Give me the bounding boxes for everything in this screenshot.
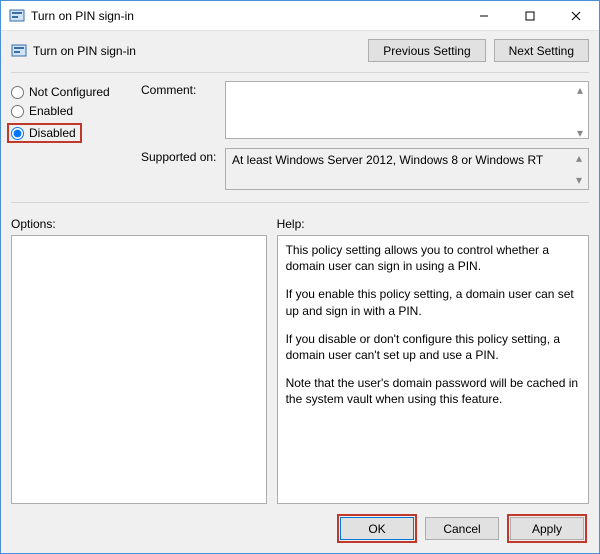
header-row: Turn on PIN sign-in Previous Setting Nex… — [1, 31, 599, 72]
radio-disabled-label: Disabled — [29, 126, 76, 140]
policy-header-icon — [11, 43, 27, 59]
state-radio-group: Not Configured Enabled Disabled — [11, 81, 141, 196]
previous-setting-button[interactable]: Previous Setting — [368, 39, 485, 62]
ok-button[interactable]: OK — [340, 517, 414, 540]
comment-label: Comment: — [141, 81, 225, 142]
footer-buttons: OK Cancel Apply — [1, 504, 599, 553]
separator-2 — [11, 202, 589, 203]
scroll-down-icon: ▾ — [576, 173, 582, 187]
help-paragraph: If you enable this policy setting, a dom… — [286, 286, 580, 318]
comment-textarea[interactable] — [225, 81, 589, 139]
radio-not-configured-input[interactable] — [11, 86, 24, 99]
config-area: Not Configured Enabled Disabled Comment: — [1, 81, 599, 196]
titlebar[interactable]: Turn on PIN sign-in — [1, 1, 599, 31]
radio-disabled-input[interactable] — [11, 127, 24, 140]
radio-disabled[interactable]: Disabled — [11, 126, 76, 140]
maximize-button[interactable] — [507, 1, 553, 31]
radio-enabled[interactable]: Enabled — [11, 104, 141, 118]
comment-row: Comment: ▴ ▾ — [141, 81, 589, 142]
supported-text: At least Windows Server 2012, Windows 8 … — [225, 148, 589, 190]
radio-not-configured[interactable]: Not Configured — [11, 85, 141, 99]
fields-area: Comment: ▴ ▾ Supported on: At least Wind… — [141, 81, 589, 196]
policy-name: Turn on PIN sign-in — [33, 44, 360, 58]
close-icon — [571, 11, 581, 21]
policy-icon — [9, 8, 25, 24]
lower-area: Options: Help: This policy setting allow… — [1, 211, 599, 504]
options-box[interactable] — [11, 235, 267, 504]
supported-scroll-hints: ▴ ▾ — [572, 149, 586, 189]
maximize-icon — [525, 11, 535, 21]
help-column: Help: This policy setting allows you to … — [277, 217, 589, 504]
content-area: Turn on PIN sign-in Previous Setting Nex… — [1, 31, 599, 553]
policy-dialog: Turn on PIN sign-in Turn on PIN sign-in … — [0, 0, 600, 554]
close-button[interactable] — [553, 1, 599, 31]
radio-enabled-label: Enabled — [29, 104, 73, 118]
supported-row: Supported on: At least Windows Server 20… — [141, 148, 589, 190]
options-column: Options: — [11, 217, 267, 504]
help-paragraph: This policy setting allows you to contro… — [286, 242, 580, 274]
separator — [11, 72, 589, 73]
cancel-button[interactable]: Cancel — [425, 517, 499, 540]
apply-button[interactable]: Apply — [510, 517, 584, 540]
help-paragraph: Note that the user's domain password wil… — [286, 375, 580, 407]
ok-highlight: OK — [337, 514, 417, 543]
help-box[interactable]: This policy setting allows you to contro… — [277, 235, 589, 504]
window-title: Turn on PIN sign-in — [31, 9, 461, 23]
supported-value: At least Windows Server 2012, Windows 8 … — [232, 153, 543, 167]
radio-disabled-highlight: Disabled — [7, 123, 82, 143]
help-paragraph: If you disable or don't configure this p… — [286, 331, 580, 363]
radio-not-configured-label: Not Configured — [29, 85, 110, 99]
options-label: Options: — [11, 217, 267, 231]
next-setting-button[interactable]: Next Setting — [494, 39, 589, 62]
minimize-icon — [479, 11, 489, 21]
scroll-up-icon: ▴ — [576, 151, 582, 165]
radio-enabled-input[interactable] — [11, 105, 24, 118]
minimize-button[interactable] — [461, 1, 507, 31]
help-label: Help: — [277, 217, 589, 231]
supported-label: Supported on: — [141, 148, 225, 190]
apply-highlight: Apply — [507, 514, 587, 543]
